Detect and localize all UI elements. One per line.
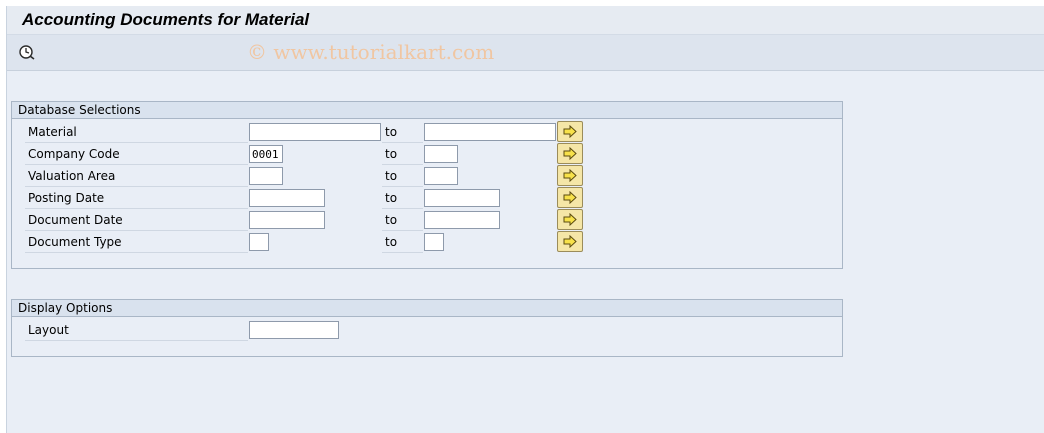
- valuation-area-from-input[interactable]: [249, 167, 283, 185]
- posting-date-from-input[interactable]: [249, 189, 325, 207]
- database-selections-group: Database Selections Material to Company …: [11, 101, 843, 269]
- valuation-area-to-input[interactable]: [424, 167, 458, 185]
- arrow-right-icon: [563, 147, 577, 160]
- arrow-right-icon: [563, 213, 577, 226]
- display-options-title: Display Options: [12, 300, 842, 317]
- arrow-right-icon: [563, 125, 577, 138]
- posting-date-to-label: to: [382, 188, 423, 209]
- material-to-input[interactable]: [424, 123, 556, 141]
- company-code-label: Company Code: [25, 144, 248, 165]
- display-options-group: Display Options Layout: [11, 299, 843, 357]
- valuation-area-multiple-selection-button[interactable]: [557, 165, 583, 186]
- material-from-input[interactable]: [249, 123, 381, 141]
- layout-input[interactable]: [249, 321, 339, 339]
- application-toolbar: © www.tutorialkart.com: [7, 35, 1044, 71]
- main-window: Accounting Documents for Material © www.…: [6, 6, 1044, 433]
- layout-label: Layout: [25, 320, 248, 341]
- arrow-right-icon: [563, 169, 577, 182]
- material-multiple-selection-button[interactable]: [557, 121, 583, 142]
- document-type-to-label: to: [382, 232, 423, 253]
- document-date-label: Document Date: [25, 210, 248, 231]
- document-date-multiple-selection-button[interactable]: [557, 209, 583, 230]
- arrow-right-icon: [563, 235, 577, 248]
- document-type-multiple-selection-button[interactable]: [557, 231, 583, 252]
- material-label: Material: [25, 122, 248, 143]
- material-to-label: to: [382, 122, 423, 143]
- company-code-to-input[interactable]: [424, 145, 458, 163]
- execute-button[interactable]: [18, 43, 36, 61]
- company-code-to-label: to: [382, 144, 423, 165]
- document-date-to-input[interactable]: [424, 211, 500, 229]
- page-title: Accounting Documents for Material: [22, 10, 310, 29]
- watermark: © www.tutorialkart.com: [247, 40, 495, 64]
- document-type-label: Document Type: [25, 232, 248, 253]
- valuation-area-label: Valuation Area: [25, 166, 248, 187]
- document-type-to-input[interactable]: [424, 233, 444, 251]
- posting-date-label: Posting Date: [25, 188, 248, 209]
- arrow-right-icon: [563, 191, 577, 204]
- title-bar: Accounting Documents for Material: [7, 6, 1044, 35]
- posting-date-multiple-selection-button[interactable]: [557, 187, 583, 208]
- document-type-from-input[interactable]: [249, 233, 269, 251]
- execute-clock-icon: [19, 45, 35, 60]
- company-code-from-input[interactable]: [249, 145, 283, 163]
- database-selections-title: Database Selections: [12, 102, 842, 119]
- company-code-multiple-selection-button[interactable]: [557, 143, 583, 164]
- document-date-from-input[interactable]: [249, 211, 325, 229]
- valuation-area-to-label: to: [382, 166, 423, 187]
- posting-date-to-input[interactable]: [424, 189, 500, 207]
- document-date-to-label: to: [382, 210, 423, 231]
